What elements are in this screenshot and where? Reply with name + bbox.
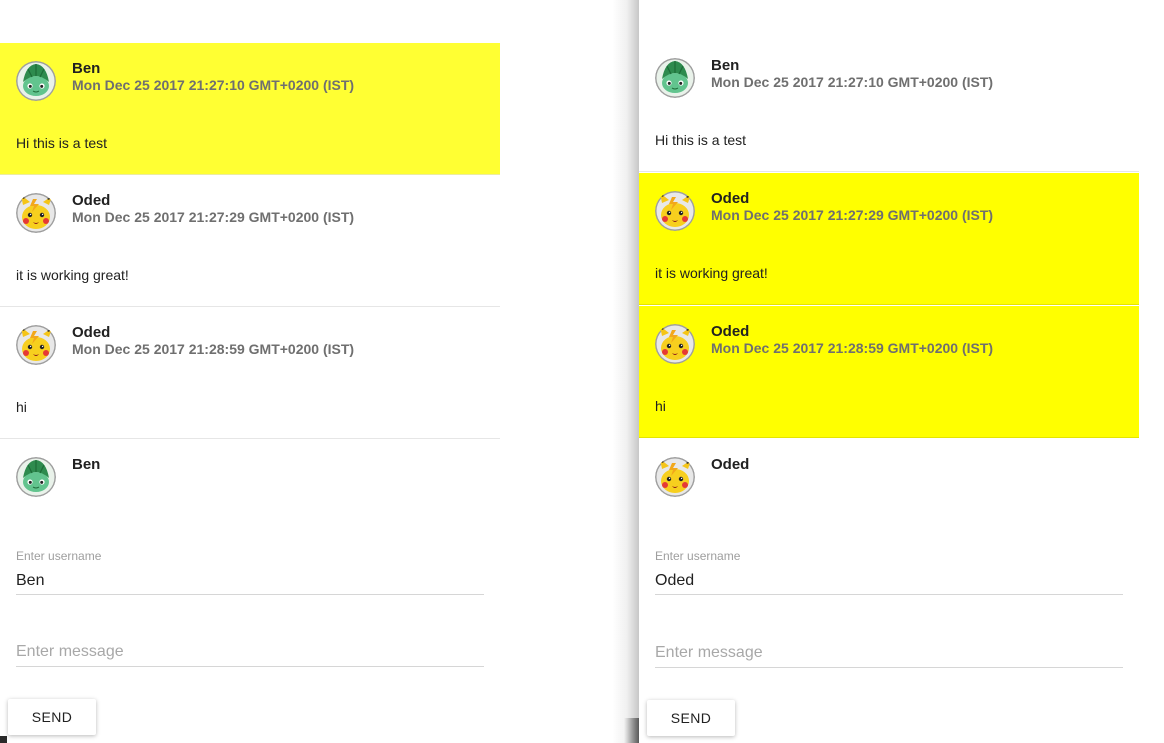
username-label: Enter username [16, 549, 102, 563]
message-item: Ben Mon Dec 25 2017 21:27:10 GMT+0200 (I… [0, 43, 500, 175]
message-item: Oded Mon Dec 25 2017 21:27:29 GMT+0200 (… [639, 173, 1139, 305]
username-label: Enter username [655, 549, 741, 563]
pikachu-avatar-icon [655, 324, 695, 364]
message-item: Oded Mon Dec 25 2017 21:27:29 GMT+0200 (… [0, 175, 500, 307]
username-input[interactable] [16, 567, 484, 595]
message-author: Ben [72, 60, 101, 77]
window-shadow-corner [624, 718, 639, 743]
pikachu-avatar-icon [655, 191, 695, 231]
message-author: Oded [72, 192, 111, 209]
message-author: Oded [711, 323, 750, 340]
message-author: Oded [711, 190, 750, 207]
current-user-name: Ben [72, 456, 101, 473]
message-timestamp: Mon Dec 25 2017 21:28:59 GMT+0200 (IST) [711, 340, 994, 356]
current-user: Ben [0, 439, 500, 499]
message-input[interactable] [16, 637, 484, 667]
message-timestamp: Mon Dec 25 2017 21:27:29 GMT+0200 (IST) [72, 209, 355, 225]
bulbasaur-avatar-icon [16, 457, 56, 497]
message-item: Oded Mon Dec 25 2017 21:28:59 GMT+0200 (… [639, 306, 1139, 438]
message-timestamp: Mon Dec 25 2017 21:28:59 GMT+0200 (IST) [72, 341, 355, 357]
current-user: Oded [639, 439, 1139, 499]
send-button[interactable]: SEND [647, 700, 735, 736]
message-text: Hi this is a test [16, 135, 108, 151]
message-text: hi [16, 399, 27, 415]
chat-window-right: Ben Mon Dec 25 2017 21:27:10 GMT+0200 (I… [639, 0, 1164, 743]
window-corner [0, 736, 7, 743]
message-timestamp: Mon Dec 25 2017 21:27:29 GMT+0200 (IST) [711, 207, 994, 223]
message-timestamp: Mon Dec 25 2017 21:27:10 GMT+0200 (IST) [711, 74, 994, 90]
message-item: Ben Mon Dec 25 2017 21:27:10 GMT+0200 (I… [639, 40, 1139, 172]
message-input[interactable] [655, 638, 1123, 668]
pikachu-avatar-icon [655, 457, 695, 497]
message-timestamp: Mon Dec 25 2017 21:27:10 GMT+0200 (IST) [72, 77, 355, 93]
window-shadow [612, 0, 639, 743]
message-author: Oded [72, 324, 111, 341]
message-item: Oded Mon Dec 25 2017 21:28:59 GMT+0200 (… [0, 307, 500, 439]
bulbasaur-avatar-icon [16, 61, 56, 101]
pikachu-avatar-icon [16, 193, 56, 233]
message-text: it is working great! [16, 267, 129, 283]
send-button[interactable]: SEND [8, 699, 96, 735]
chat-window-left: Ben Mon Dec 25 2017 21:27:10 GMT+0200 (I… [0, 0, 500, 743]
username-input[interactable] [655, 567, 1123, 595]
bulbasaur-avatar-icon [655, 58, 695, 98]
pikachu-avatar-icon [16, 325, 56, 365]
message-text: Hi this is a test [655, 132, 747, 148]
message-text: it is working great! [655, 265, 768, 281]
message-author: Ben [711, 57, 740, 74]
current-user-name: Oded [711, 456, 750, 473]
message-text: hi [655, 398, 666, 414]
